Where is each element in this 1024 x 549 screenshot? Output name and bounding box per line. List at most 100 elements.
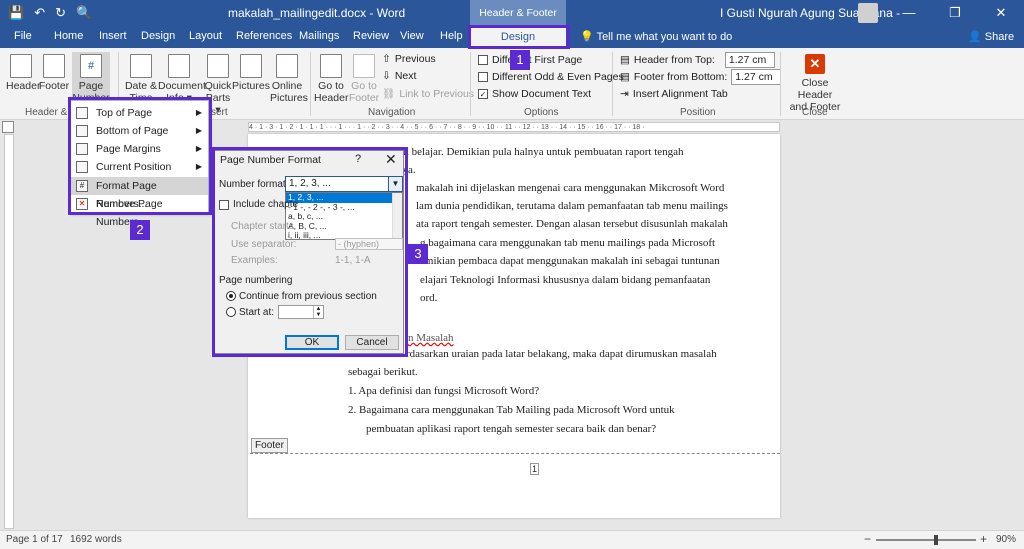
doc-line: ord. bbox=[420, 292, 438, 304]
online-pictures-label: Online bbox=[271, 80, 303, 92]
page-number-label: Page bbox=[78, 80, 104, 92]
page-number-icon: # bbox=[80, 54, 102, 78]
doc-line: dang hasil belajar. Demikian pula halnya… bbox=[364, 146, 684, 158]
group-label-close: Close bbox=[802, 107, 828, 118]
tab-file[interactable]: File bbox=[14, 30, 32, 42]
list-item: 2. Bagaimana cara menggunakan Tab Mailin… bbox=[348, 404, 675, 416]
zoom-in-button[interactable]: + bbox=[980, 532, 987, 546]
undo-icon[interactable]: ↶ bbox=[34, 4, 45, 22]
group-label-insert: sert bbox=[211, 107, 228, 118]
online-pictures-button[interactable]: Online Pictures bbox=[270, 54, 308, 104]
close-icon: ✕ bbox=[805, 54, 825, 74]
link-to-previous-button[interactable]: ⛓ Link to Previous bbox=[382, 87, 475, 101]
tab-layout[interactable]: Layout bbox=[189, 30, 222, 42]
contextual-tab-title: Header & Footer Tools bbox=[470, 0, 566, 45]
go-to-header-button[interactable]: Go to Header bbox=[314, 54, 348, 104]
doc-line: ata raport tengah semester. Dengan alasa… bbox=[416, 218, 728, 230]
group-separator bbox=[310, 52, 311, 116]
next-button[interactable]: ⇩ Next bbox=[382, 70, 416, 82]
document-info-icon bbox=[168, 54, 190, 78]
zoom-slider[interactable] bbox=[876, 539, 976, 541]
group-label-header-footer: Header & bbox=[25, 107, 68, 118]
horizontal-ruler[interactable]: 4 · 1 · 3 · 1 · 2 · 1 · 1 · 1 · · · 1 · … bbox=[248, 122, 780, 132]
footer-page-number[interactable]: 1 bbox=[530, 463, 540, 475]
different-odd-even-checkbox[interactable]: Different Odd & Even Pages bbox=[478, 71, 624, 83]
next-icon: ⇩ bbox=[382, 70, 391, 82]
tab-insert[interactable]: Insert bbox=[99, 30, 127, 42]
restore-button[interactable]: ❐ bbox=[932, 0, 978, 26]
show-document-text-checkbox[interactable]: ✓ Show Document Text bbox=[478, 88, 591, 100]
go-to-footer-button[interactable]: Go to Footer bbox=[348, 54, 380, 104]
doc-line: elajari Teknologi Informasi khususnya da… bbox=[420, 274, 711, 286]
doc-line: emikian pembaca dapat menggunakan makala… bbox=[420, 255, 720, 267]
avatar[interactable] bbox=[858, 3, 878, 23]
word-count[interactable]: 1692 words bbox=[70, 534, 122, 545]
next-label: Next bbox=[394, 70, 417, 82]
footer-icon bbox=[43, 54, 65, 78]
quick-access-toolbar: 💾 ↶ ↻ 🔍 bbox=[8, 4, 92, 22]
calendar-icon bbox=[130, 54, 152, 78]
picture-icon bbox=[240, 54, 262, 78]
footer-button[interactable]: Footer bbox=[38, 54, 70, 92]
close-window-button[interactable]: ✕ bbox=[978, 0, 1024, 26]
previous-icon: ⇧ bbox=[382, 53, 391, 65]
print-preview-icon[interactable]: 🔍 bbox=[76, 4, 92, 22]
callout-badge-3: 3 bbox=[408, 244, 428, 264]
list-item: 1. Apa definisi dan fungsi Microsoft Wor… bbox=[348, 385, 540, 397]
doc-line: makalah ini dijelaskan mengenai cara men… bbox=[416, 182, 725, 194]
link-icon: ⛓ bbox=[382, 88, 396, 100]
callout-badge-2: 2 bbox=[130, 220, 150, 240]
doc-line: g bagaimana cara menggunakan tab menu ma… bbox=[420, 237, 716, 249]
save-icon[interactable]: 💾 bbox=[8, 4, 24, 22]
tab-design[interactable]: Design bbox=[141, 30, 175, 42]
tell-me-label: Tell me what you want to do bbox=[596, 31, 733, 43]
header-from-top-field: ▤ Header from Top: 1.27 cm bbox=[620, 52, 775, 68]
header-button[interactable]: Header bbox=[6, 54, 40, 92]
different-first-page-checkbox[interactable]: Different First Page bbox=[478, 54, 582, 66]
pictures-button[interactable]: Pictures bbox=[232, 54, 270, 92]
share-label: Share bbox=[984, 31, 1015, 43]
tab-selector[interactable] bbox=[2, 121, 14, 133]
group-separator bbox=[612, 52, 613, 116]
tab-references[interactable]: References bbox=[236, 30, 292, 42]
redo-icon[interactable]: ↻ bbox=[55, 4, 66, 22]
header-from-top-input[interactable]: 1.27 cm bbox=[724, 52, 775, 68]
page-count[interactable]: Page 1 of 17 bbox=[6, 534, 63, 545]
vertical-ruler[interactable] bbox=[4, 134, 14, 529]
zoom-slider-thumb[interactable] bbox=[934, 535, 938, 545]
callout-box-3 bbox=[212, 147, 408, 357]
group-separator bbox=[780, 52, 781, 116]
doc-line: sebagai berikut. bbox=[348, 366, 418, 378]
zoom-level[interactable]: 90% bbox=[996, 534, 1016, 545]
header-position-icon: ▤ bbox=[620, 54, 630, 66]
go-to-footer-label-2: Footer bbox=[348, 92, 380, 104]
date-time-label: Date & bbox=[124, 80, 158, 92]
share-button[interactable]: 👤 Share bbox=[968, 30, 1014, 43]
tell-me-search[interactable]: 💡 Tell me what you want to do bbox=[580, 30, 732, 43]
status-bar: Page 1 of 17 1692 words − + 90% bbox=[0, 530, 1024, 549]
tab-view[interactable]: View bbox=[400, 30, 424, 42]
footer-from-bottom-input[interactable]: 1.27 cm bbox=[731, 69, 782, 85]
tab-home[interactable]: Home bbox=[54, 30, 83, 42]
minimize-button[interactable]: — bbox=[886, 0, 932, 26]
quick-parts-icon bbox=[207, 54, 229, 78]
window-controls: — ❐ ✕ bbox=[886, 0, 1024, 26]
tab-mailings[interactable]: Mailings bbox=[299, 30, 339, 42]
link-previous-label: Link to Previous bbox=[399, 87, 475, 100]
callout-box-1 bbox=[468, 25, 570, 49]
tab-review[interactable]: Review bbox=[353, 30, 389, 42]
insert-alignment-tab-button[interactable]: ⇥ Insert Alignment Tab bbox=[620, 88, 728, 100]
zoom-out-button[interactable]: − bbox=[864, 532, 871, 546]
close-header-footer-button[interactable]: ✕ Close Header and Footer bbox=[784, 54, 846, 113]
group-separator bbox=[470, 52, 471, 116]
doc-line: pembuatan aplikasi raport tengah semeste… bbox=[366, 423, 657, 435]
group-label-position: Position bbox=[680, 107, 716, 118]
previous-label: Previous bbox=[394, 53, 436, 65]
different-first-page-label: Different First Page bbox=[492, 54, 583, 66]
online-picture-icon bbox=[276, 54, 298, 78]
tab-help[interactable]: Help bbox=[440, 30, 463, 42]
header-label: Header bbox=[6, 80, 41, 92]
previous-button[interactable]: ⇧ Previous bbox=[382, 53, 436, 65]
checkbox-checked-icon: ✓ bbox=[478, 89, 488, 99]
group-label-options: Options bbox=[524, 107, 559, 118]
